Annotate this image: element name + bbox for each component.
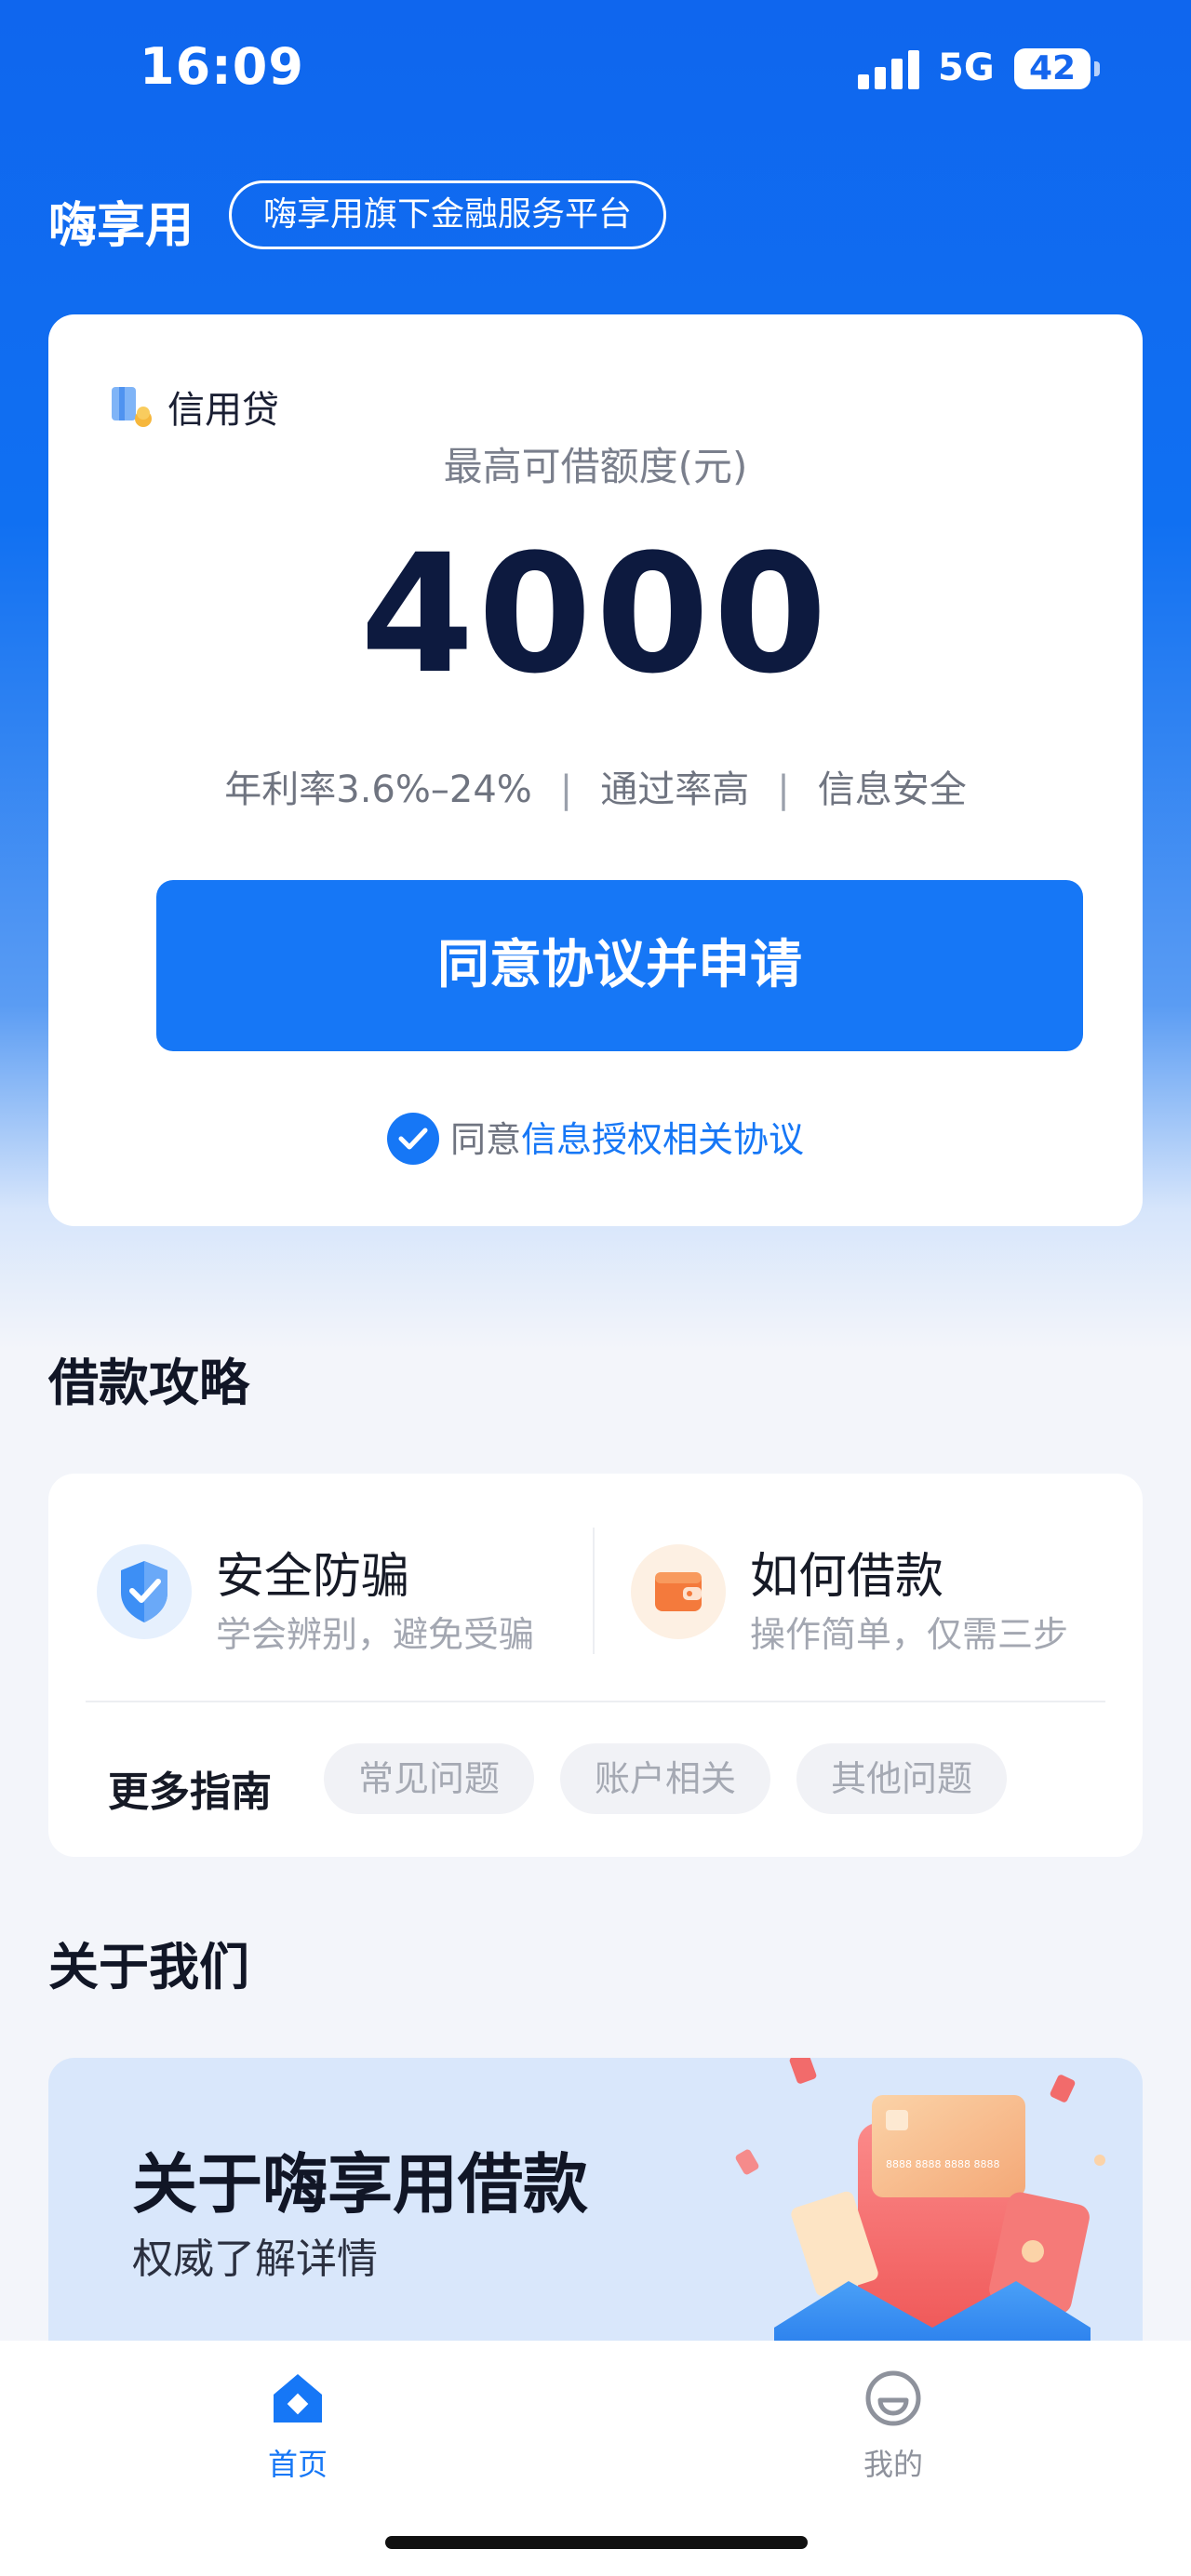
- about-subtitle: 权威了解详情: [132, 2236, 378, 2283]
- feature-pass-rate: 通过率高: [600, 768, 750, 811]
- tab-label: 我的: [863, 2447, 923, 2482]
- divider: |: [559, 768, 573, 811]
- guide-item-how-to-borrow[interactable]: 如何借款 操作简单，仅需三步: [631, 1537, 1096, 1655]
- about-title: 关于嗨享用借款: [132, 2146, 588, 2222]
- shield-check-icon: [97, 1544, 192, 1639]
- battery-icon: 42: [1014, 48, 1091, 89]
- limit-label: 最高可借额度(元): [443, 444, 748, 489]
- profile-icon: [865, 2370, 921, 2426]
- network-type: 5G: [938, 47, 995, 89]
- home-indicator: [385, 2536, 808, 2549]
- divider: [86, 1701, 1105, 1702]
- agree-checkbox[interactable]: [386, 1112, 439, 1165]
- credit-loan-icon: [112, 387, 152, 427]
- feature-list: 年利率3.6%–24% | 通过率高 | 信息安全: [48, 759, 1143, 813]
- credit-loan-card: 信用贷 最高可借额度(元) 4000 年利率3.6%–24% | 通过率高 | 信息安全…: [48, 314, 1143, 1226]
- tab-profile[interactable]: 我的: [800, 2369, 986, 2484]
- guide-subtitle: 操作简单，仅需三步: [750, 1614, 1069, 1655]
- wallet-icon: [631, 1544, 726, 1639]
- agreement-row: 同意信息授权相关协议: [48, 1111, 1143, 1168]
- agree-prefix: 同意: [449, 1119, 521, 1160]
- tab-label: 首页: [267, 2447, 328, 2482]
- signal-icon: [858, 48, 921, 89]
- agreement-link[interactable]: 信息授权相关协议: [521, 1119, 804, 1160]
- chip-account[interactable]: 账户相关: [560, 1743, 770, 1814]
- home-icon: [274, 2374, 322, 2423]
- battery-tip: [1094, 61, 1100, 76]
- status-time: 16:09: [140, 37, 304, 96]
- limit-amount: 4000: [360, 519, 831, 710]
- guide-card: 安全防骗 学会辨别，避免受骗 如何借款 操作简单，仅需三步 更多指南 常见问题 …: [48, 1474, 1143, 1857]
- divider: [593, 1528, 595, 1654]
- chip-faq[interactable]: 常见问题: [324, 1743, 534, 1814]
- check-icon: [398, 1128, 428, 1149]
- status-bar: 16:09 5G 42: [0, 0, 1191, 140]
- feature-rate: 年利率3.6%–24%: [224, 768, 532, 811]
- guide-subtitle: 学会辨别，避免受骗: [216, 1614, 535, 1655]
- guide-title: 如何借款: [750, 1549, 944, 1605]
- apply-button[interactable]: 同意协议并申请: [156, 880, 1083, 1051]
- card-number: 8888 8888 8888 8888: [886, 2158, 999, 2170]
- red-envelope-card-illustration: 8888 8888 8888 8888: [735, 2058, 1105, 2383]
- product-name: 信用贷: [167, 389, 279, 432]
- more-guides-label: 更多指南: [108, 1768, 272, 1816]
- about-section-title: 关于我们: [48, 1938, 249, 1996]
- guide-title: 安全防骗: [216, 1549, 410, 1605]
- feature-security: 信息安全: [817, 768, 967, 811]
- divider: |: [777, 768, 790, 811]
- tab-home[interactable]: 首页: [205, 2369, 391, 2484]
- guide-section-title: 借款攻略: [48, 1354, 249, 1412]
- guide-item-anti-fraud[interactable]: 安全防骗 学会辨别，避免受骗: [97, 1537, 562, 1655]
- platform-tag: 嗨享用旗下金融服务平台: [229, 180, 667, 249]
- chip-other[interactable]: 其他问题: [796, 1743, 1007, 1814]
- app-title: 嗨享用: [48, 198, 194, 254]
